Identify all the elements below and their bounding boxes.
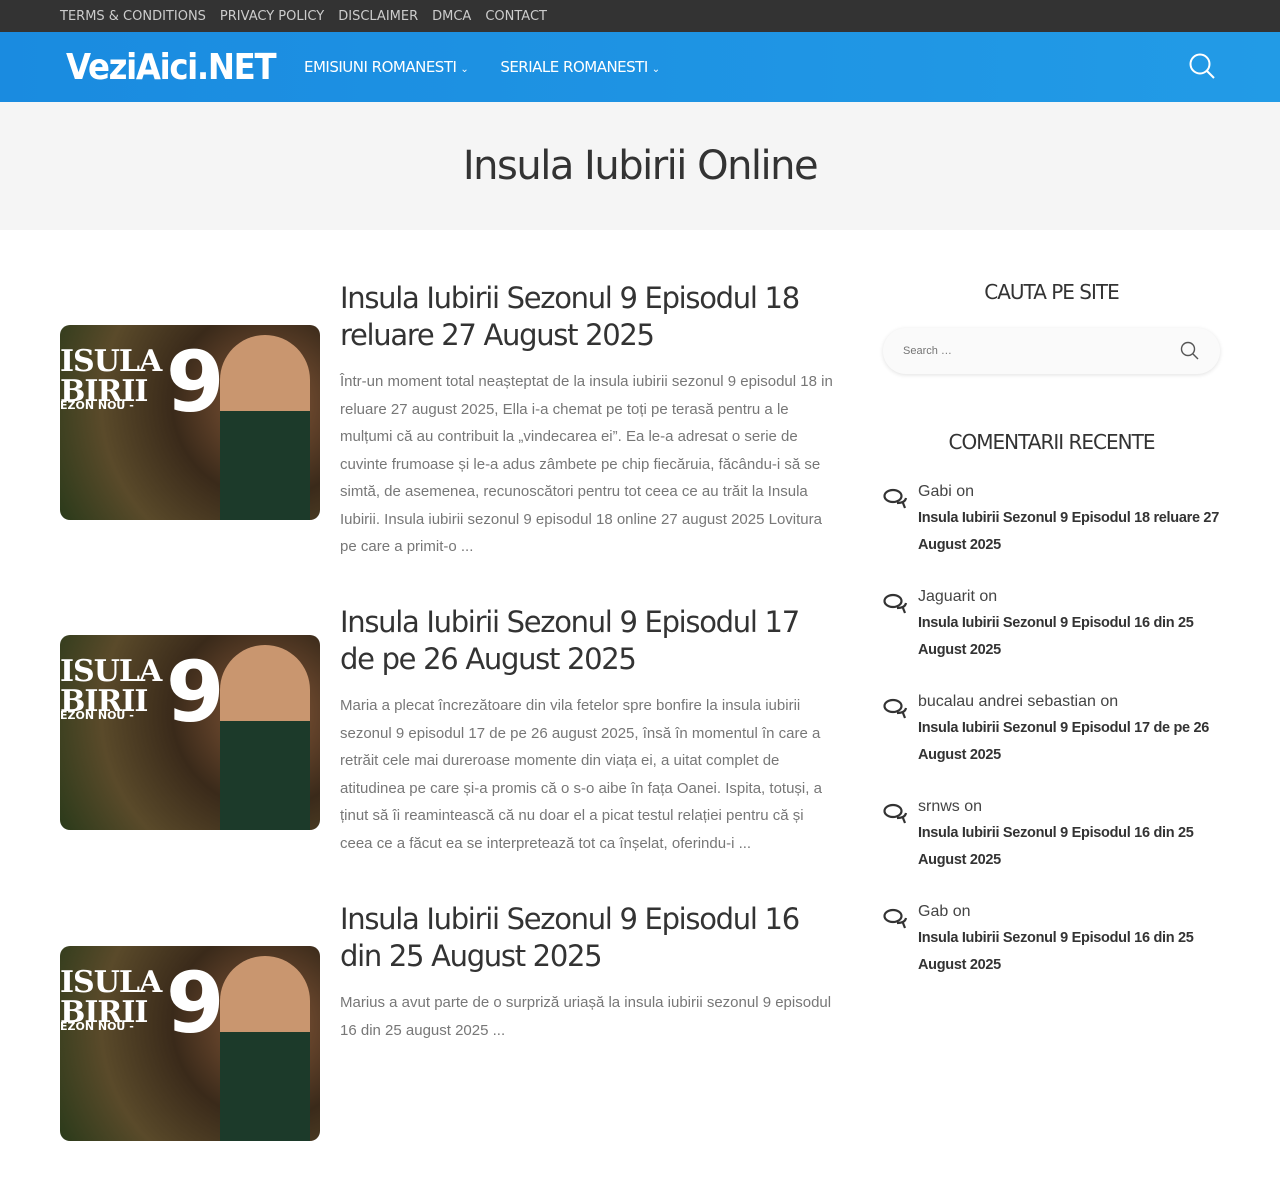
privacy-link[interactable]: PRIVACY POLICY xyxy=(220,9,324,24)
comment-author[interactable]: Gabi on xyxy=(918,482,1220,502)
thumbnail-figure xyxy=(220,956,310,1141)
thumb-number: 9 xyxy=(166,333,225,431)
comment-author[interactable]: Jaguarit on xyxy=(918,587,1220,607)
post-item: ISULA BIRII EZON NOU - 9 Insula Iubirii S… xyxy=(60,590,840,887)
post-title[interactable]: Insula Iubirii Sezonul 9 Episodul 17 de … xyxy=(340,604,835,678)
post-item: ISULA BIRII EZON NOU - 9 Insula Iubirii S… xyxy=(60,280,840,590)
thumb-text: ISULA BIRII xyxy=(60,654,162,719)
nav-label: EMISIUNI ROMANESTI xyxy=(304,58,457,76)
search-icon[interactable] xyxy=(1188,52,1216,80)
site-logo[interactable]: VeziAici.NET xyxy=(66,47,280,88)
post-excerpt: Marius a avut parte de o surpriză uriașă… xyxy=(340,994,832,1039)
site-header: VeziAici.NET EMISIUNI ROMANESTI ⌄ SERIALE… xyxy=(0,32,1280,102)
comment-post-link[interactable]: Insula Iubirii Sezonul 9 Episodul 16 din… xyxy=(918,610,1220,664)
comment-post-link[interactable]: Insula Iubirii Sezonul 9 Episodul 18 rel… xyxy=(918,505,1220,559)
post-thumbnail[interactable]: ISULA BIRII EZON NOU - 9 xyxy=(60,946,320,1141)
search-form xyxy=(883,328,1220,374)
comment-author[interactable]: bucalau andrei sebastian on xyxy=(918,692,1220,712)
comment-post-link[interactable]: Insula Iubirii Sezonul 9 Episodul 16 din… xyxy=(918,820,1220,874)
thumb-subtext: EZON NOU - xyxy=(60,709,134,722)
thumbnail-figure xyxy=(220,645,310,830)
thumb-number: 9 xyxy=(166,643,225,741)
recent-comments: Gabi on Insula Iubirii Sezonul 9 Episodul… xyxy=(883,482,1220,1007)
post-excerpt: Maria a plecat încrezătoare din vila fet… xyxy=(340,697,822,852)
comment-post-link[interactable]: Insula Iubirii Sezonul 9 Episodul 17 de … xyxy=(918,715,1220,769)
thumb-subtext: EZON NOU - xyxy=(60,1020,134,1033)
page-title: Insula Iubirii Online xyxy=(462,143,819,189)
post-excerpt: Într-un moment total neașteptat de la in… xyxy=(340,373,833,555)
thumb-subtext: EZON NOU - xyxy=(60,399,134,412)
nav-seriale[interactable]: SERIALE ROMANESTI ⌄ xyxy=(500,58,660,76)
thumb-number: 9 xyxy=(166,954,225,1052)
terms-link[interactable]: TERMS & CONDITIONS xyxy=(60,9,206,24)
search-icon[interactable] xyxy=(1180,341,1200,361)
top-bar: TERMS & CONDITIONS PRIVACY POLICY DISCLA… xyxy=(0,0,1280,32)
search-input[interactable] xyxy=(903,345,1045,357)
comments-icon xyxy=(883,593,908,614)
comment-item: Gab on Insula Iubirii Sezonul 9 Episodul … xyxy=(883,902,1220,1007)
comments-widget-title: COMENTARII RECENTE xyxy=(948,430,1156,454)
post-thumbnail[interactable]: ISULA BIRII EZON NOU - 9 xyxy=(60,325,320,520)
comment-item: bucalau andrei sebastian on Insula Iubiri… xyxy=(883,692,1220,797)
contact-link[interactable]: CONTACT xyxy=(485,9,547,24)
disclaimer-link[interactable]: DISCLAIMER xyxy=(338,9,418,24)
thumb-text: ISULA BIRII xyxy=(60,965,162,1030)
nav-label: SERIALE ROMANESTI xyxy=(500,58,648,76)
comment-item: srnws on Insula Iubirii Sezonul 9 Episodu… xyxy=(883,797,1220,902)
thumb-text: ISULA BIRII xyxy=(60,344,162,409)
chevron-down-icon: ⌄ xyxy=(651,64,660,75)
nav-emisiuni[interactable]: EMISIUNI ROMANESTI ⌄ xyxy=(304,58,469,76)
comments-icon xyxy=(883,908,908,929)
comment-post-link[interactable]: Insula Iubirii Sezonul 9 Episodul 16 din… xyxy=(918,925,1220,979)
sidebar: CAUTA PE SITE COMENTARII RECENTE Gabi on… xyxy=(883,280,1220,1007)
chevron-down-icon: ⌄ xyxy=(460,64,469,75)
comment-author[interactable]: Gab on xyxy=(918,902,1220,922)
post-thumbnail[interactable]: ISULA BIRII EZON NOU - 9 xyxy=(60,635,320,830)
main-nav: EMISIUNI ROMANESTI ⌄ SERIALE ROMANESTI ⌄ xyxy=(304,58,660,76)
comments-icon xyxy=(883,698,908,719)
comments-icon xyxy=(883,803,908,824)
post-list: ISULA BIRII EZON NOU - 9 Insula Iubirii S… xyxy=(60,280,840,1197)
comment-author[interactable]: srnws on xyxy=(918,797,1220,817)
search-widget-title: CAUTA PE SITE xyxy=(984,280,1120,304)
post-title[interactable]: Insula Iubirii Sezonul 9 Episodul 16 din… xyxy=(340,901,835,975)
post-item: ISULA BIRII EZON NOU - 9 Insula Iubirii S… xyxy=(60,887,840,1197)
page-hero: Insula Iubirii Online xyxy=(0,102,1280,230)
post-title[interactable]: Insula Iubirii Sezonul 9 Episodul 18 rel… xyxy=(340,280,835,354)
thumbnail-figure xyxy=(220,335,310,520)
dmca-link[interactable]: DMCA xyxy=(432,9,471,24)
comments-icon xyxy=(883,488,908,509)
comment-item: Gabi on Insula Iubirii Sezonul 9 Episodul… xyxy=(883,482,1220,587)
comment-item: Jaguarit on Insula Iubirii Sezonul 9 Epis… xyxy=(883,587,1220,692)
